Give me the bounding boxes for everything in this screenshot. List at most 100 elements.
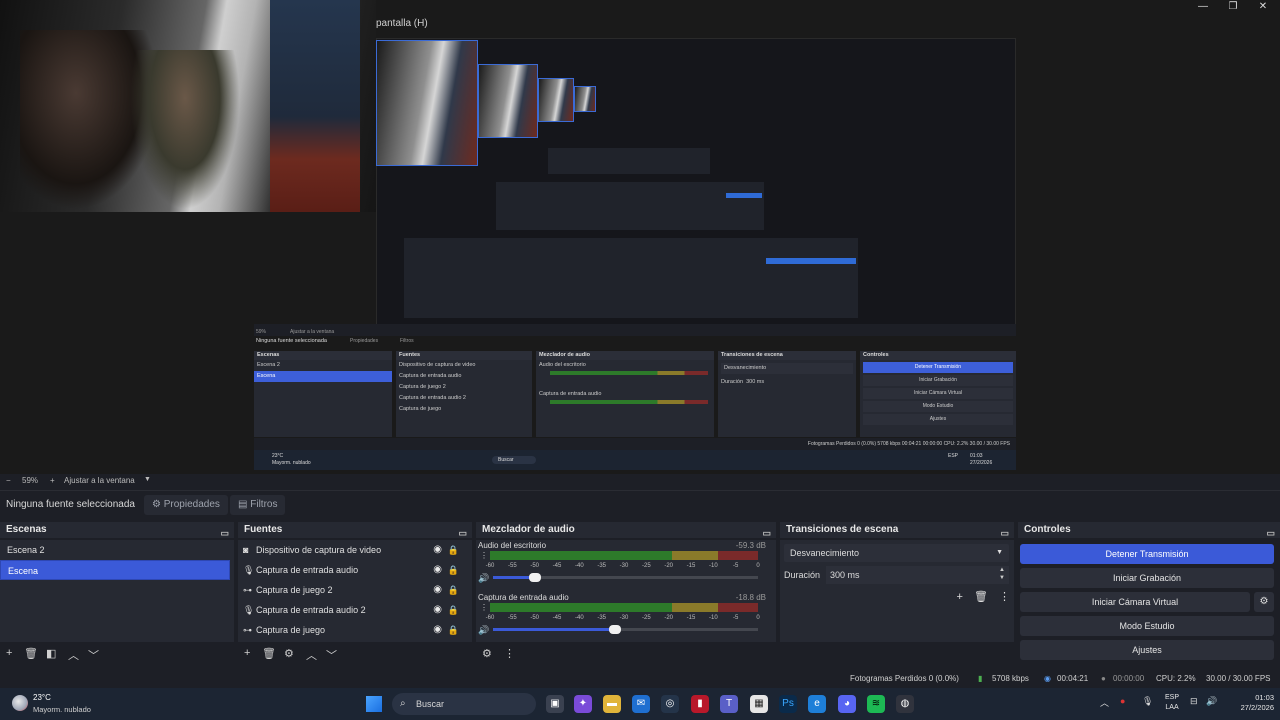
nested-webcam-2 <box>478 64 538 138</box>
properties-button[interactable]: ⚙ Propiedades <box>144 495 228 515</box>
dock-menu-icon[interactable]: ▭ <box>220 525 229 541</box>
spotify-icon[interactable]: ≋ <box>867 695 885 713</box>
remove-scene-icon[interactable]: 🗑 <box>24 647 38 660</box>
zoom-toolbar: − 59% + Ajustar a la ventana ▼ <box>0 474 1280 488</box>
red-app-icon[interactable]: ▮ <box>691 695 709 713</box>
channel-menu-icon[interactable]: ⋮ <box>480 551 488 560</box>
channel-menu-icon[interactable]: ⋮ <box>480 603 488 612</box>
remove-source-icon[interactable]: 🗑 <box>262 647 276 660</box>
duration-input[interactable]: 300 ms ▲ ▼ <box>826 566 1009 584</box>
volume-slider[interactable] <box>493 625 758 634</box>
lock-icon[interactable]: 🔒 <box>448 620 459 640</box>
lock-icon[interactable]: 🔒 <box>448 580 459 600</box>
steam-icon[interactable]: ◎ <box>661 695 679 713</box>
fit-dropdown-icon[interactable]: ▼ <box>144 476 151 483</box>
scene-item-escena-2[interactable]: Escena 2 <box>0 540 234 560</box>
settings-button[interactable]: Ajustes <box>1020 640 1274 660</box>
system-clock[interactable]: 01:03 27/2/2026 <box>1218 693 1274 713</box>
scene-filters-icon[interactable]: ◧ <box>46 647 56 660</box>
source-item[interactable]: ◙ Dispositivo de captura de video ◉ 🔒 <box>238 540 472 560</box>
source-context-bar: Ninguna fuente seleccionada ⚙ Propiedade… <box>0 490 1280 518</box>
fit-window-label[interactable]: Ajustar a la ventana <box>64 476 135 485</box>
meter-tick: -25 <box>641 615 651 621</box>
weather-temperature[interactable]: 23°C <box>33 693 51 702</box>
input-language[interactable]: ESP LAA <box>1165 693 1179 713</box>
dock-menu-icon[interactable]: ▭ <box>762 525 771 541</box>
visibility-eye-icon[interactable]: ◉ <box>433 620 442 640</box>
chevron-up-icon[interactable]: ︿ <box>1100 696 1109 709</box>
mute-speaker-icon[interactable]: 🔊 <box>478 625 489 636</box>
mixer-menu-icon[interactable]: ⋮ <box>504 647 515 660</box>
volume-icon[interactable]: 🔊 <box>1206 696 1217 707</box>
filters-button[interactable]: ▤ Filtros <box>230 495 286 515</box>
visibility-eye-icon[interactable]: ◉ <box>433 600 442 620</box>
selected-source-label: Ninguna fuente seleccionada <box>6 499 135 510</box>
move-up-icon[interactable]: ︿ <box>68 647 79 663</box>
weather-icon[interactable] <box>12 695 28 711</box>
zoom-in-button[interactable]: + <box>50 476 55 485</box>
weather-condition[interactable]: Mayorm. nublado <box>33 705 91 714</box>
nested-webcam-4 <box>574 86 596 112</box>
scene-item-escena[interactable]: Escena <box>0 560 230 580</box>
program-preview[interactable]: 59% Ajustar a la ventana Ninguna fuente … <box>0 0 1280 474</box>
zoom-out-button[interactable]: − <box>6 476 11 485</box>
studio-mode-button[interactable]: Modo Estudio <box>1020 616 1274 636</box>
dock-menu-icon[interactable]: ▭ <box>1000 525 1009 541</box>
spinner-icon[interactable]: ▲ ▼ <box>999 566 1005 582</box>
task-view-icon[interactable]: ▣ <box>546 695 564 713</box>
lock-icon[interactable]: 🔒 <box>448 600 459 620</box>
start-virtual-camera-button[interactable]: Iniciar Cámara Virtual <box>1020 592 1250 612</box>
source-item[interactable]: ⊶ Captura de juego 2 ◉ 🔒 <box>238 580 472 600</box>
file-explorer-icon[interactable]: ▬ <box>603 695 621 713</box>
copilot-icon[interactable]: ✦ <box>574 695 592 713</box>
nested-sources-dock: Fuentes Dispositivo de captura de video … <box>396 351 532 437</box>
source-item[interactable]: ⊶ Captura de juego ◉ 🔒 <box>238 620 472 640</box>
obs-icon[interactable]: ◍ <box>896 695 914 713</box>
meter-scale: -60 -55 -50 -45 -40 -35 -30 -25 -20 -15 -10 -5 0 <box>486 615 760 623</box>
network-icon[interactable]: ⊟ <box>1190 696 1198 707</box>
move-down-icon[interactable]: ﹀ <box>88 647 99 663</box>
calendar-icon[interactable]: ▦ <box>750 695 768 713</box>
start-recording-button[interactable]: Iniciar Grabación <box>1020 568 1274 588</box>
add-transition-icon[interactable]: + <box>956 591 962 603</box>
stream-time: 00:04:21 <box>1057 674 1089 683</box>
advanced-audio-icon[interactable]: ⚙ <box>482 647 492 660</box>
stop-streaming-button[interactable]: Detener Transmisión <box>1020 544 1274 564</box>
tray-app-icon[interactable]: ● <box>1120 696 1125 706</box>
discord-icon[interactable]: ◕ <box>838 695 856 713</box>
lock-icon[interactable]: 🔒 <box>448 540 459 560</box>
minimize-button[interactable]: — <box>1188 0 1218 14</box>
status-bar: Fotogramas Perdidos 0 (0.0%) ▮ 5708 kbps… <box>0 670 1280 688</box>
visibility-eye-icon[interactable]: ◉ <box>433 580 442 600</box>
maximize-button[interactable]: ❐ <box>1218 0 1248 14</box>
close-button[interactable]: ✕ <box>1248 0 1278 14</box>
start-icon[interactable] <box>366 696 382 712</box>
teams-icon[interactable]: T <box>720 695 738 713</box>
volume-slider-handle[interactable] <box>529 573 542 582</box>
volume-slider[interactable] <box>493 573 758 582</box>
mic-icon: 🎙 <box>243 605 255 615</box>
source-properties-icon[interactable]: ⚙ <box>284 647 294 660</box>
volume-slider-handle[interactable] <box>608 625 621 634</box>
outlook-icon[interactable]: ✉ <box>632 695 650 713</box>
virtual-camera-settings-icon[interactable]: ⚙ <box>1254 592 1274 612</box>
lock-icon[interactable]: 🔒 <box>448 560 459 580</box>
mic-tray-icon[interactable]: 🎙 <box>1142 696 1153 707</box>
add-scene-icon[interactable]: + <box>6 647 12 659</box>
edge-icon[interactable]: e <box>808 695 826 713</box>
transition-menu-icon[interactable]: ⋮ <box>999 591 1010 603</box>
mute-speaker-icon[interactable]: 🔊 <box>478 573 489 584</box>
source-item[interactable]: 🎙 Captura de entrada audio 2 ◉ 🔒 <box>238 600 472 620</box>
transition-select[interactable]: Desvanecimiento ▼ <box>784 544 1009 562</box>
visibility-eye-icon[interactable]: ◉ <box>433 540 442 560</box>
add-source-icon[interactable]: + <box>244 647 250 659</box>
remove-transition-icon[interactable]: 🗑 <box>974 591 988 603</box>
move-down-icon[interactable]: ﹀ <box>326 647 337 663</box>
taskbar-search[interactable]: ⌕ Buscar <box>392 693 536 715</box>
dock-menu-icon[interactable]: ▭ <box>458 525 467 541</box>
move-up-icon[interactable]: ︿ <box>306 647 317 663</box>
photoshop-icon[interactable]: Ps <box>779 695 797 713</box>
dock-menu-icon[interactable]: ▭ <box>1266 525 1275 541</box>
source-item[interactable]: 🎙 Captura de entrada audio ◉ 🔒 <box>238 560 472 580</box>
visibility-eye-icon[interactable]: ◉ <box>433 560 442 580</box>
